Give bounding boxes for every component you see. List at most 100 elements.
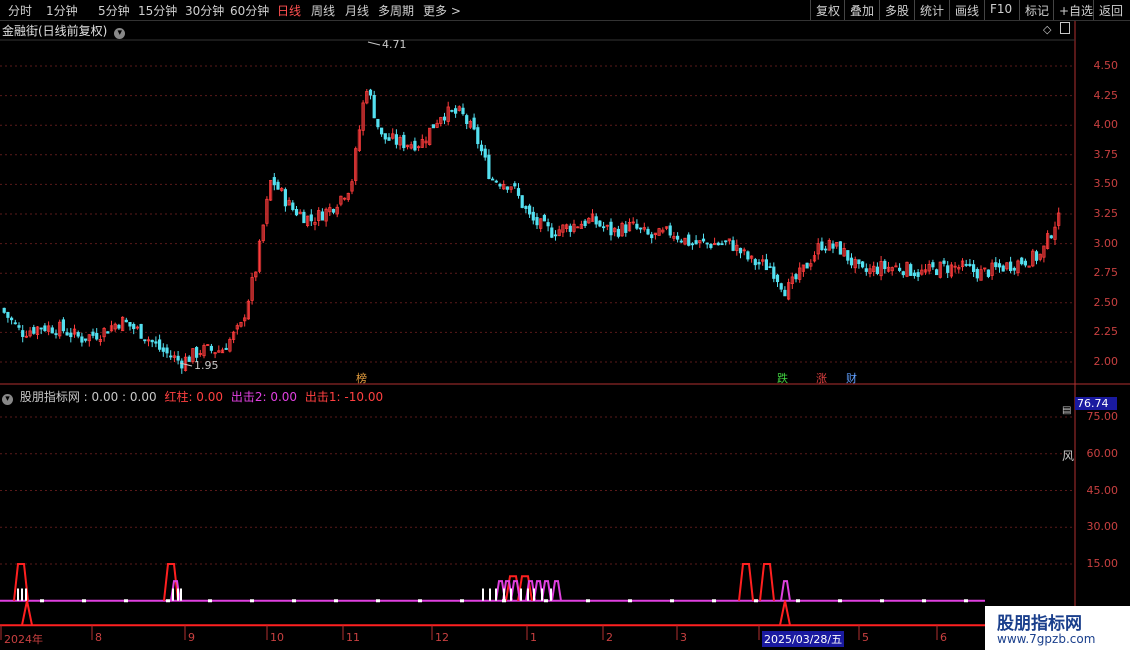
candle-body — [505, 186, 510, 190]
candle-body — [372, 94, 376, 119]
tag-cai[interactable]: 财 — [845, 370, 858, 386]
high-marker — [367, 41, 381, 46]
candle-body — [413, 140, 417, 151]
kline-chart[interactable] — [0, 0, 1130, 650]
baseline-dot — [292, 599, 296, 603]
tag-bang[interactable]: 榜 — [355, 370, 368, 386]
candle-body — [779, 283, 783, 290]
list-icon[interactable]: ▤ — [1062, 405, 1071, 416]
candle-body — [542, 214, 547, 222]
candle-body — [39, 327, 43, 330]
tag-zhang[interactable]: 涨 — [815, 370, 828, 386]
candle-body — [757, 262, 761, 265]
candle-body — [994, 262, 998, 268]
candle-body — [479, 144, 484, 152]
date-tick-label: 12 — [435, 631, 449, 644]
candle-body — [169, 355, 173, 358]
candle-body — [820, 241, 824, 251]
current-value-badge: 76.74 — [1075, 397, 1117, 410]
magenta-spike — [780, 580, 791, 601]
date-tick-label: 2024年 — [4, 633, 43, 646]
candle-body — [831, 243, 835, 249]
candle-body — [546, 222, 550, 227]
candle-body — [528, 205, 532, 215]
candle-body — [461, 107, 465, 115]
candle-body — [972, 264, 976, 272]
candle-body — [550, 227, 554, 238]
candle-body — [54, 333, 58, 336]
candle-body — [387, 137, 391, 141]
red-spike — [759, 563, 775, 601]
candle-body — [394, 134, 399, 145]
candle-body — [180, 360, 184, 369]
candle-body — [968, 263, 972, 266]
candle-body — [598, 220, 602, 227]
chevron-down-icon[interactable]: ▾ — [114, 28, 126, 39]
baseline-dot — [838, 599, 842, 603]
candle-body — [379, 127, 384, 135]
candle-body — [568, 225, 572, 232]
candle-body — [609, 221, 613, 236]
candle-body — [476, 127, 480, 145]
candle-body — [61, 319, 66, 332]
candle-body — [694, 240, 698, 245]
date-tick-label: 9 — [188, 631, 195, 644]
candle-body — [65, 332, 69, 336]
white-bar — [177, 588, 179, 601]
strike1-value: 出击1: -10.00 — [304, 390, 384, 404]
candle-body — [520, 195, 524, 208]
low-label: 1.95 — [194, 359, 219, 372]
candle-body — [490, 178, 495, 181]
candle-body — [516, 188, 521, 196]
candle-body — [668, 225, 672, 236]
diamond-icon[interactable]: ◇ — [1043, 23, 1051, 36]
candle-body — [746, 251, 750, 260]
candle-body — [331, 208, 336, 213]
candle-body — [731, 240, 735, 251]
indicator-tick-label: 30.00 — [1086, 520, 1119, 534]
panel-toggle-icon[interactable] — [1060, 22, 1070, 34]
white-bar — [21, 588, 23, 601]
candle-body — [291, 202, 295, 210]
baseline-dot — [124, 599, 128, 603]
white-bar — [489, 588, 491, 601]
baseline-dot — [754, 599, 758, 603]
price-tick-label: 2.25 — [1093, 325, 1119, 339]
candle-body — [616, 228, 621, 237]
candle-body — [753, 259, 757, 266]
tag-die[interactable]: 跌 — [776, 370, 789, 386]
white-bar — [510, 588, 512, 601]
white-bar — [172, 588, 174, 601]
red-column-value: 红柱: 0.00 — [164, 390, 224, 404]
date-tick-label: 6 — [940, 631, 947, 644]
price-tick-label: 2.00 — [1093, 355, 1119, 368]
candle-series — [2, 88, 1061, 374]
candle-body — [302, 211, 306, 224]
candle-body — [583, 220, 587, 226]
candle-body — [705, 242, 709, 245]
candle-body — [376, 118, 380, 128]
candle-body — [679, 240, 683, 243]
candle-body — [320, 211, 325, 221]
candle-body — [150, 339, 154, 343]
candle-body — [1012, 267, 1016, 271]
baseline-dot — [418, 599, 422, 603]
candle-body — [1034, 251, 1039, 261]
candle-body — [368, 89, 373, 96]
candle-body — [942, 260, 946, 264]
chevron-down-icon[interactable]: ▾ — [2, 394, 13, 405]
candle-body — [124, 319, 128, 323]
candle-body — [50, 327, 54, 334]
indicator-tick-label: 45.00 — [1086, 483, 1119, 497]
candle-body — [431, 124, 436, 129]
candle-body — [283, 189, 288, 207]
date-tick-label: 3 — [680, 631, 687, 644]
baseline-dot — [712, 599, 716, 603]
candle-body — [997, 263, 1002, 268]
white-bar — [520, 588, 522, 601]
candle-body — [935, 269, 939, 276]
candle-body — [531, 211, 535, 221]
date-tick-label: 2025/03/28/五 — [762, 631, 845, 647]
candle-body — [69, 332, 73, 338]
baseline-dot — [880, 599, 884, 603]
